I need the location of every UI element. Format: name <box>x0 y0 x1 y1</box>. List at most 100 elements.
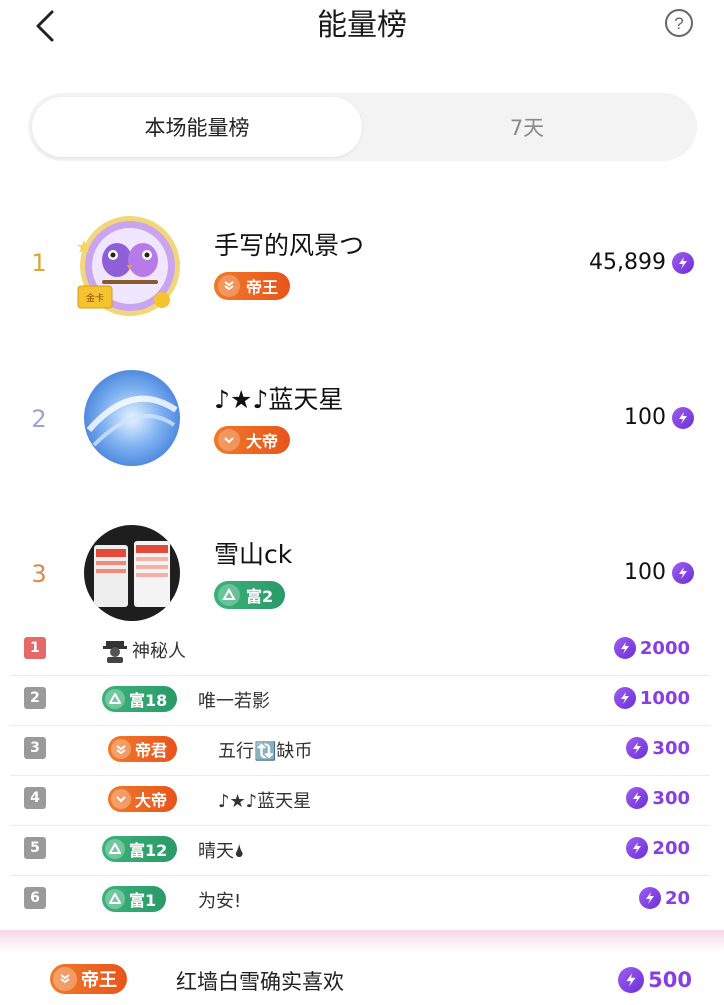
help-button[interactable]: ? <box>664 8 694 38</box>
my-rank-bar[interactable]: 帝王 红墙白雪确实喜欢 500 <box>0 930 724 1005</box>
list-item[interactable]: 5 富12 晴天🌢 200 <box>10 825 710 876</box>
energy-icon <box>613 637 636 659</box>
triangle-icon <box>105 689 125 709</box>
rank-number: 1 <box>24 637 46 659</box>
energy-score: 300 <box>626 737 690 759</box>
avatar[interactable]: 金卡 <box>72 210 188 326</box>
energy-icon <box>626 837 649 859</box>
score-value: 200 <box>652 837 690 859</box>
user-name: 神秘人 <box>132 641 186 662</box>
badge-label: 富12 <box>129 841 168 860</box>
user-name: 为安! <box>198 891 242 912</box>
score-value: 100 <box>624 560 666 585</box>
avatar-image-icon <box>84 370 180 466</box>
score-value: 20 <box>664 887 690 909</box>
level-badge: 帝君 <box>108 736 178 762</box>
energy-icon <box>626 787 649 809</box>
svg-text:金卡: 金卡 <box>86 292 104 304</box>
rank-number: 2 <box>24 687 46 709</box>
top-rank-row[interactable]: 1 金卡 手写的风景つ 帝王 45,899 <box>0 190 724 340</box>
tab-current-session[interactable]: 本场能量榜 <box>32 97 362 157</box>
energy-icon <box>626 737 649 759</box>
badge-label: 帝君 <box>135 741 168 760</box>
energy-score: 300 <box>626 787 690 809</box>
energy-icon <box>672 251 694 274</box>
mystery-person-icon <box>102 637 128 663</box>
list-item[interactable]: 1 神秘人 2000 <box>10 625 710 676</box>
user-name: 雪山ck <box>214 540 293 569</box>
energy-icon <box>672 561 694 584</box>
avatar-image-icon <box>84 525 180 621</box>
rank-number: 1 <box>31 249 47 277</box>
my-user-name: 红墙白雪确实喜欢 <box>176 970 344 994</box>
rank-number: 3 <box>31 560 47 588</box>
list-item[interactable]: 2 富18 唯一若影 1000 <box>10 675 710 726</box>
badge-label: 富18 <box>129 691 168 710</box>
triangle-icon <box>105 889 125 909</box>
energy-icon <box>613 687 636 709</box>
badge-label: 富2 <box>246 587 274 606</box>
avatar[interactable] <box>84 370 180 466</box>
level-badge: 帝王 <box>50 964 127 994</box>
user-name: 唯一若影 <box>198 691 270 712</box>
level-badge: 大帝 <box>214 426 291 454</box>
help-icon: ? <box>665 9 693 37</box>
energy-score: 1000 <box>613 687 690 709</box>
avatar-frame-icon: 金卡 <box>77 216 180 316</box>
shield-icon <box>111 789 131 809</box>
user-name: ♪★♪蓝天星 <box>214 385 344 414</box>
rank-number: 6 <box>24 887 46 909</box>
top-rank-row[interactable]: 3 雪山ck 富2 100 <box>0 505 724 625</box>
level-badge: 富18 <box>102 686 178 712</box>
user-name: 手写的风景つ <box>214 231 365 260</box>
energy-score: 100 <box>624 405 694 430</box>
energy-score: 200 <box>626 837 690 859</box>
energy-score: 20 <box>638 887 690 909</box>
avatar[interactable] <box>84 525 180 621</box>
list-item[interactable]: 4 大帝 ♪★♪蓝天星 300 <box>10 775 710 826</box>
list-item[interactable]: 3 帝君 五行🔃缺币 300 <box>10 725 710 776</box>
shield-icon <box>111 739 131 759</box>
badge-label: 大帝 <box>135 791 168 810</box>
score-value: 300 <box>652 737 690 759</box>
user-name: 晴天🌢 <box>198 841 245 862</box>
energy-icon <box>672 406 694 429</box>
shield-icon <box>53 967 77 991</box>
badge-label: 大帝 <box>246 432 279 451</box>
user-name: 五行🔃缺币 <box>218 741 313 762</box>
level-badge: 富2 <box>214 581 286 609</box>
my-energy-score: 500 <box>618 967 692 993</box>
shield-icon <box>218 275 240 297</box>
badge-label: 富1 <box>129 891 157 910</box>
level-badge: 大帝 <box>108 786 178 812</box>
user-name: ♪★♪蓝天星 <box>218 791 312 812</box>
rank-number: 3 <box>24 737 46 759</box>
energy-score: 100 <box>624 560 694 585</box>
svg-text:?: ? <box>674 14 683 33</box>
level-badge: 帝王 <box>214 272 291 300</box>
level-badge: 富1 <box>102 886 167 912</box>
energy-icon <box>638 887 661 909</box>
level-badge: 富12 <box>102 836 178 862</box>
energy-score: 2000 <box>613 637 690 659</box>
shield-icon <box>218 429 240 451</box>
score-value: 500 <box>648 968 692 992</box>
badge-label: 帝王 <box>81 970 117 991</box>
triangle-icon <box>105 839 125 859</box>
score-value: 300 <box>652 787 690 809</box>
badge-label: 帝王 <box>246 278 279 297</box>
rank-number: 5 <box>24 837 46 859</box>
score-value: 1000 <box>639 687 690 709</box>
triangle-icon <box>218 584 240 606</box>
rank-number: 4 <box>24 787 46 809</box>
top-rank-row[interactable]: 2 ♪★♪蓝天星 大帝 100 <box>0 350 724 490</box>
score-value: 45,899 <box>589 250 666 275</box>
score-value: 2000 <box>639 637 690 659</box>
page-title: 能量榜 <box>317 8 407 43</box>
energy-score: 45,899 <box>589 250 694 275</box>
rank-number: 2 <box>31 405 47 433</box>
energy-icon <box>618 967 645 993</box>
list-item[interactable]: 6 富1 为安! 20 <box>10 875 710 925</box>
score-value: 100 <box>624 405 666 430</box>
tab-7-days[interactable]: 7天 <box>362 97 692 157</box>
